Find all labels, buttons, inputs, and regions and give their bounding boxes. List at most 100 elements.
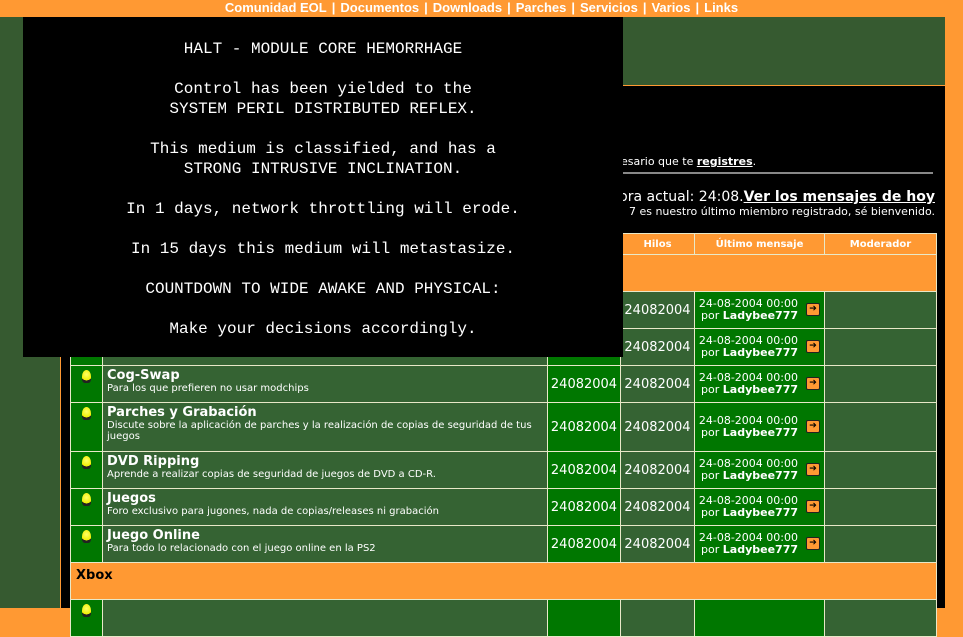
- go-to-post-arrow-icon[interactable]: ➔: [806, 303, 820, 316]
- last-post-cell: 24-08-2004 00:00 por Ladybee777 ➔: [694, 525, 825, 563]
- halt-popup: HALT - MODULE CORE HEMORRHAGE Control has…: [23, 17, 623, 357]
- forum-row: Juegos Foro exclusivo para jugones, nada …: [70, 488, 937, 526]
- nav-link[interactable]: Servicios: [580, 0, 638, 15]
- last-post-user-link[interactable]: Ladybee777: [723, 426, 798, 439]
- forum-title-link[interactable]: Juegos: [107, 491, 543, 506]
- category-xbox[interactable]: Xbox: [70, 562, 937, 600]
- header-moderator: Moderador: [824, 233, 937, 255]
- moderator-cell: [824, 599, 937, 637]
- current-time: Hora actual: 24:08.Ver los mensajes de h…: [609, 189, 935, 205]
- last-post-user-link[interactable]: Ladybee777: [723, 469, 798, 482]
- forum-status-cell: [70, 525, 103, 563]
- go-to-post-arrow-icon[interactable]: ➔: [806, 537, 820, 550]
- popup-paragraph: This medium is classified, and has a STRO…: [23, 139, 623, 179]
- lightbulb-icon: [82, 493, 91, 506]
- nav-separator: |: [695, 0, 700, 15]
- forum-title-link[interactable]: DVD Ripping: [107, 454, 543, 469]
- posts-count: 24082004: [547, 451, 621, 489]
- time-label: Hora actual: 24:08.: [608, 189, 744, 205]
- threads-count: 24082004: [620, 365, 695, 403]
- forum-title-link[interactable]: Juego Online: [107, 528, 543, 543]
- header-threads: Hilos: [620, 233, 695, 255]
- forum-row: DVD Ripping Aprende a realizar copias de …: [70, 451, 937, 489]
- posts-count: 24082004: [547, 488, 621, 526]
- popup-line: Make your decisions accordingly.: [169, 320, 477, 338]
- lightbulb-icon: [82, 530, 91, 543]
- popup-paragraph: HALT - MODULE CORE HEMORRHAGE: [23, 39, 623, 59]
- moderator-cell: [824, 365, 937, 403]
- lightbulb-icon: [82, 407, 91, 420]
- popup-paragraph: Make your decisions accordingly.: [23, 319, 623, 339]
- forum-row: Cog-Swap Para los que prefieren no usar m…: [70, 365, 937, 403]
- nav-link[interactable]: Links: [704, 0, 738, 15]
- last-post-user-link[interactable]: Ladybee777: [723, 383, 798, 396]
- forum-description: Para todo lo relacionado con el juego on…: [107, 543, 376, 554]
- moderator-cell: [824, 451, 937, 489]
- forum-row: Parches y Grabación Discute sobre la apli…: [70, 402, 937, 452]
- last-post-user-link[interactable]: Ladybee777: [723, 543, 798, 556]
- by-label: por: [701, 506, 720, 519]
- go-to-post-arrow-icon[interactable]: ➔: [806, 340, 820, 353]
- forum-title-link[interactable]: Cog-Swap: [107, 368, 543, 383]
- last-post-user-link[interactable]: Ladybee777: [723, 346, 798, 359]
- popup-line: HALT - MODULE CORE HEMORRHAGE: [183, 40, 463, 58]
- nav-link[interactable]: Comunidad EOL: [225, 0, 327, 15]
- nav-separator: |: [424, 0, 428, 15]
- popup-line: COUNTDOWN TO WIDE AWAKE AND PHYSICAL:: [145, 280, 501, 298]
- posts-count: 24082004: [547, 402, 621, 452]
- forum-status-cell: [70, 451, 103, 489]
- by-label: por: [701, 346, 720, 359]
- popup-line: STRONG INTRUSIVE INCLINATION.: [183, 160, 463, 178]
- last-post-cell: 24-08-2004 00:00 por Ladybee777 ➔: [694, 488, 825, 526]
- last-post-cell: [694, 599, 825, 637]
- go-to-post-arrow-icon[interactable]: ➔: [806, 463, 820, 476]
- last-post-user-link[interactable]: Ladybee777: [723, 506, 798, 519]
- threads-count: 24082004: [620, 291, 695, 329]
- go-to-post-arrow-icon[interactable]: ➔: [806, 377, 820, 390]
- moderator-cell: [824, 488, 937, 526]
- todays-posts-link[interactable]: Ver los mensajes de hoy: [744, 189, 935, 205]
- forum-title-link[interactable]: Parches y Grabación: [107, 405, 543, 420]
- moderator-cell: [824, 402, 937, 452]
- popup-paragraph: Control has been yielded to the SYSTEM PE…: [23, 79, 623, 119]
- go-to-post-arrow-icon[interactable]: ➔: [806, 500, 820, 513]
- forum-status-cell: [70, 599, 103, 637]
- threads-count: 24082004: [620, 328, 695, 366]
- forum-description: Discute sobre la aplicación de parches y…: [107, 420, 532, 442]
- threads-count: 24082004: [620, 525, 695, 563]
- last-post-cell: 24-08-2004 00:00 por Ladybee777 ➔: [694, 328, 825, 366]
- forum-cell: Cog-Swap Para los que prefieren no usar m…: [102, 365, 548, 403]
- posts-count: 24082004: [547, 525, 621, 563]
- popup-line: In 1 days, network throttling will erode…: [126, 200, 520, 218]
- popup-paragraph: In 1 days, network throttling will erode…: [23, 199, 623, 219]
- posts-count: 24082004: [547, 365, 621, 403]
- register-link[interactable]: registres: [697, 155, 753, 168]
- threads-count: 24082004: [620, 488, 695, 526]
- forum-status-cell: [70, 365, 103, 403]
- forum-status-cell: [70, 488, 103, 526]
- popup-line: In 15 days this medium will metastasize.: [130, 240, 516, 258]
- forum-cell: Parches y Grabación Discute sobre la apli…: [102, 402, 548, 452]
- nav-link[interactable]: Documentos: [340, 0, 419, 15]
- last-post-cell: 24-08-2004 00:00 por Ladybee777 ➔: [694, 402, 825, 452]
- popup-line: This medium is classified, and has a: [150, 140, 496, 158]
- forum-cell: Juegos Foro exclusivo para jugones, nada …: [102, 488, 548, 526]
- nav-link[interactable]: Parches: [516, 0, 567, 15]
- nav-link[interactable]: Downloads: [433, 0, 502, 15]
- last-post-user-link[interactable]: Ladybee777: [723, 309, 798, 322]
- by-label: por: [701, 543, 720, 556]
- threads-count: 24082004: [620, 402, 695, 452]
- lightbulb-icon: [82, 456, 91, 469]
- threads-count: 24082004: [620, 451, 695, 489]
- divider: [621, 172, 933, 174]
- by-label: por: [701, 309, 720, 322]
- go-to-post-arrow-icon[interactable]: ➔: [806, 420, 820, 433]
- last-post-cell: 24-08-2004 00:00 por Ladybee777 ➔: [694, 451, 825, 489]
- newest-member: 7 es nuestro último miembro registrado, …: [628, 205, 935, 218]
- nav-link[interactable]: Varios: [651, 0, 690, 15]
- forum-status-cell: [70, 402, 103, 452]
- nav-separator: |: [571, 0, 575, 15]
- nav-separator: |: [507, 0, 511, 15]
- forum-cell: Juego Online Para todo lo relacionado con…: [102, 525, 548, 563]
- forum-cell: DVD Ripping Aprende a realizar copias de …: [102, 451, 548, 489]
